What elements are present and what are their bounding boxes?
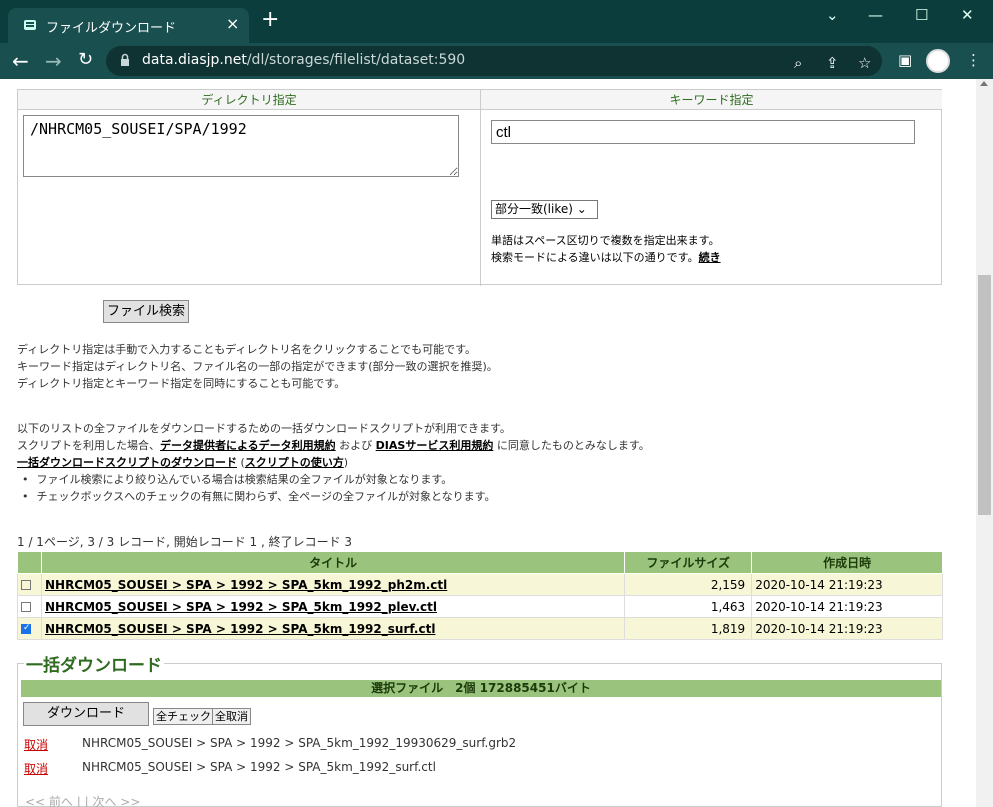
file-title-link[interactable]: NHRCM05_SOUSEI > SPA > 1992 > SPA_5km_19… — [45, 622, 435, 636]
script-links: 一括ダウンロードスクリプトのダウンロード (スクリプトの使い方) — [17, 456, 349, 469]
table-row: NHRCM05_SOUSEI > SPA > 1992 > SPA_5km_19… — [17, 573, 943, 596]
info-line-2: キーワード指定はディレクトリ名、ファイル名の一部の指定ができます(部分一致の選択… — [17, 360, 498, 373]
bullet-1: ファイル検索により絞り込んでいる場合は検索結果の全ファイルが対象となります。 — [22, 471, 453, 487]
info-line-5: スクリプトを利用した場合、データ提供者によるデータ利用規約 および DIASサー… — [17, 439, 650, 452]
download-button[interactable]: ダウンロード — [23, 702, 149, 726]
zoom-icon[interactable]: ⌕ — [794, 54, 802, 72]
file-title-cell: NHRCM05_SOUSEI > SPA > 1992 > SPA_5km_19… — [40, 573, 626, 596]
bookmark-star-icon[interactable]: ☆ — [858, 54, 871, 72]
file-date: 2020-10-14 21:19:23 — [751, 573, 943, 596]
row-checkbox-cell — [17, 573, 42, 596]
info-line-4: 以下のリストの全ファイルをダウンロードするための一括ダウンロードスクリプトが利用… — [17, 422, 511, 435]
profile-avatar[interactable] — [926, 49, 950, 73]
date-header: 作成日時 — [751, 551, 943, 574]
new-tab-icon[interactable]: + — [261, 9, 279, 31]
keyword-input[interactable] — [491, 120, 915, 144]
close-window-icon[interactable]: ✕ — [961, 6, 974, 24]
file-size: 1,463 — [624, 595, 753, 618]
file-size: 1,819 — [624, 617, 753, 640]
page-scrollbar[interactable] — [976, 79, 993, 807]
file-date: 2020-10-14 21:19:23 — [751, 595, 943, 618]
queued-file: NHRCM05_SOUSEI > SPA > 1992 > SPA_5km_19… — [82, 736, 517, 750]
lock-icon — [121, 53, 129, 66]
file-date: 2020-10-14 21:19:23 — [751, 617, 943, 640]
info-line-3: ディレクトリ指定とキーワード指定を同時にすることも可能です。 — [17, 377, 346, 390]
title-header: タイトル — [40, 551, 626, 574]
results-header-row: タイトル ファイルサイズ 作成日時 — [17, 551, 943, 574]
row-checkbox-cell — [17, 595, 42, 618]
chevron-down-icon: ⌄ — [576, 202, 587, 216]
pager[interactable]: << 前へ | | 次へ >> — [25, 793, 140, 807]
selection-summary: 選択ファイル 2個 172885451バイト — [21, 680, 941, 697]
row-checkbox-cell — [17, 617, 42, 640]
data-terms-link[interactable]: データ提供者によるデータ利用規約 — [160, 439, 336, 452]
minimize-icon[interactable]: — — [868, 6, 883, 24]
info-line-1: ディレクトリ指定は手動で入力することもディレクトリ名をクリックすることでも可能で… — [17, 343, 477, 356]
forward-icon[interactable]: → — [45, 49, 62, 73]
tab-search-icon[interactable]: ⌄ — [826, 6, 839, 24]
tab-close-icon[interactable]: × — [226, 14, 239, 33]
table-row: NHRCM05_SOUSEI > SPA > 1992 > SPA_5km_19… — [17, 617, 943, 640]
row-checkbox[interactable] — [21, 623, 31, 634]
script-download-link[interactable]: 一括ダウンロードスクリプトのダウンロード — [17, 456, 237, 469]
tab-title: ファイルダウンロード — [46, 21, 177, 36]
queued-file: NHRCM05_SOUSEI > SPA > 1992 > SPA_5km_19… — [82, 760, 436, 774]
file-title-cell: NHRCM05_SOUSEI > SPA > 1992 > SPA_5km_19… — [40, 595, 626, 618]
size-header: ファイルサイズ — [624, 551, 753, 574]
column-divider — [480, 90, 481, 286]
site-favicon-icon — [24, 20, 36, 30]
reload-icon[interactable]: ↻ — [78, 49, 93, 70]
results-table: タイトル ファイルサイズ 作成日時 NHRCM05_SOUSEI > SPA >… — [17, 551, 943, 640]
bulk-download-title: 一括ダウンロード — [24, 651, 164, 676]
check-all-button[interactable]: 全チェック — [153, 708, 214, 725]
search-panel: ディレクトリ指定 キーワード指定 /NHRCM05_SOUSEI/SPA/199… — [17, 89, 942, 286]
table-row: NHRCM05_SOUSEI > SPA > 1992 > SPA_5km_19… — [17, 595, 943, 618]
dias-terms-link[interactable]: DIASサービス利用規約 — [376, 439, 494, 452]
hint-line-1: 単語はスペース区切りで複数を指定出来ます。 — [491, 234, 720, 247]
url-text: data.diasjp.net/dl/storages/filelist/dat… — [142, 52, 466, 68]
row-checkbox[interactable] — [21, 580, 31, 590]
scroll-up-icon[interactable] — [980, 81, 988, 86]
scroll-thumb[interactable] — [978, 275, 991, 515]
more-link[interactable]: 続き — [699, 251, 721, 264]
row-checkbox[interactable] — [21, 602, 31, 612]
script-howto-link[interactable]: スクリプトの使い方 — [245, 456, 344, 469]
hint-line-2: 検索モードによる違いは以下の通りです。続き — [491, 251, 721, 264]
file-search-button[interactable]: ファイル検索 — [103, 300, 189, 323]
maximize-icon[interactable]: ☐ — [915, 6, 928, 24]
address-bar: ← → ↻ data.diasjp.net/dl/storages/fileli… — [0, 43, 993, 79]
browser-tab[interactable]: ファイルダウンロード × — [8, 8, 249, 43]
checkbox-header — [17, 551, 42, 574]
cancel-item-link[interactable]: 取消 — [24, 736, 48, 753]
back-icon[interactable]: ← — [12, 49, 29, 73]
url-field[interactable]: data.diasjp.net/dl/storages/filelist/dat… — [106, 46, 882, 76]
record-info: 1 / 1ページ, 3 / 3 レコード, 開始レコード 1 , 終了レコード … — [17, 535, 353, 549]
directory-textarea[interactable]: /NHRCM05_SOUSEI/SPA/1992 — [23, 115, 459, 177]
share-icon[interactable]: ⇪ — [826, 54, 839, 72]
sidebar-icon[interactable]: ▣ — [898, 51, 912, 69]
file-title-link[interactable]: NHRCM05_SOUSEI > SPA > 1992 > SPA_5km_19… — [45, 600, 437, 614]
bulk-download-panel: 選択ファイル 2個 172885451バイト ダウンロード 全チェック 全取消 … — [17, 663, 942, 807]
browser-tabbar: ファイルダウンロード × + ⌄ — ☐ ✕ — [0, 0, 993, 43]
cancel-all-button[interactable]: 全取消 — [212, 708, 251, 725]
menu-kebab-icon[interactable]: ⋮ — [966, 51, 981, 69]
file-size: 2,159 — [624, 573, 753, 596]
dir-header: ディレクトリ指定 — [18, 90, 480, 110]
cancel-item-link[interactable]: 取消 — [24, 760, 48, 777]
kw-header: キーワード指定 — [481, 90, 942, 110]
bullet-2: チェックボックスへのチェックの有無に関わらず、全ページの全ファイルが対象となりま… — [22, 488, 496, 504]
file-title-link[interactable]: NHRCM05_SOUSEI > SPA > 1992 > SPA_5km_19… — [45, 578, 447, 592]
file-title-cell: NHRCM05_SOUSEI > SPA > 1992 > SPA_5km_19… — [40, 617, 626, 640]
page-content: ディレクトリ指定 キーワード指定 /NHRCM05_SOUSEI/SPA/199… — [0, 79, 976, 807]
search-mode-select[interactable]: 部分一致(like) ⌄ — [491, 200, 598, 219]
